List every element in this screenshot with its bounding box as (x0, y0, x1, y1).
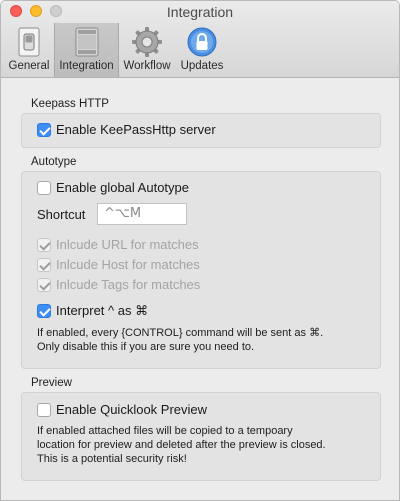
interpret-control-label: Interpret ^ as ⌘ (56, 303, 149, 318)
preview-note-line2: location for preview and deleted after t… (37, 439, 326, 451)
section-autotype: Autotype (31, 156, 77, 168)
preview-note-line1: If enabled attached files will be copied… (37, 425, 293, 437)
preferences-window: Integration General Integration Workflow… (0, 0, 400, 501)
include-url-label: Inlcude URL for matches (56, 237, 199, 252)
gear-icon (132, 27, 162, 57)
checkbox-unchecked-icon (37, 402, 51, 417)
tab-general[interactable]: General (5, 23, 53, 77)
tab-updates[interactable]: Updates (175, 23, 229, 77)
enable-quicklook-label: Enable Quicklook Preview (56, 402, 208, 417)
checkbox-disabled-icon (37, 277, 51, 292)
switch-icon (18, 27, 40, 57)
include-url-checkbox: Inlcude URL for matches (37, 237, 199, 252)
checkbox-checked-icon (37, 304, 51, 318)
toolbar: Integration General Integration Workflow… (1, 1, 399, 78)
enable-quicklook-checkbox[interactable]: Enable Quicklook Preview (37, 402, 207, 417)
enable-global-autotype-label: Enable global Autotype (56, 180, 189, 195)
include-host-checkbox: Inlcude Host for matches (37, 257, 200, 272)
mac-pro-icon (75, 27, 98, 57)
section-keepass-http: Keepass HTTP (31, 98, 109, 110)
shortcut-field[interactable]: ^⌥M (97, 203, 187, 225)
tab-integration[interactable]: Integration (54, 23, 119, 77)
interpret-control-checkbox[interactable]: Interpret ^ as ⌘ (37, 303, 148, 319)
include-host-label: Inlcude Host for matches (56, 257, 200, 272)
include-tags-checkbox: Inlcude Tags for matches (37, 277, 200, 292)
tab-general-label: General (8, 60, 50, 72)
enable-keepasshttp-label: Enable KeePassHttp server (56, 122, 216, 137)
include-tags-label: Inlcude Tags for matches (56, 277, 201, 292)
preview-note-line3: This is a potential security risk! (37, 453, 187, 465)
tab-updates-label: Updates (180, 60, 224, 72)
lock-icon (187, 27, 217, 57)
checkbox-unchecked-icon (37, 180, 51, 195)
autotype-note-line1: If enabled, every {CONTROL} command will… (37, 327, 324, 339)
section-preview: Preview (31, 377, 72, 389)
enable-global-autotype-checkbox[interactable]: Enable global Autotype (37, 180, 189, 195)
checkbox-checked-icon (37, 122, 51, 137)
checkbox-disabled-icon (37, 237, 51, 252)
window-title: Integration (166, 4, 234, 20)
autotype-note-line2: Only disable this if you are sure you ne… (37, 341, 255, 353)
tab-integration-label: Integration (59, 60, 114, 72)
enable-keepasshttp-checkbox[interactable]: Enable KeePassHttp server (37, 122, 216, 137)
shortcut-label: Shortcut (37, 207, 86, 222)
checkbox-disabled-icon (37, 257, 51, 272)
tab-workflow-label: Workflow (123, 60, 171, 72)
tab-workflow[interactable]: Workflow (121, 23, 173, 77)
